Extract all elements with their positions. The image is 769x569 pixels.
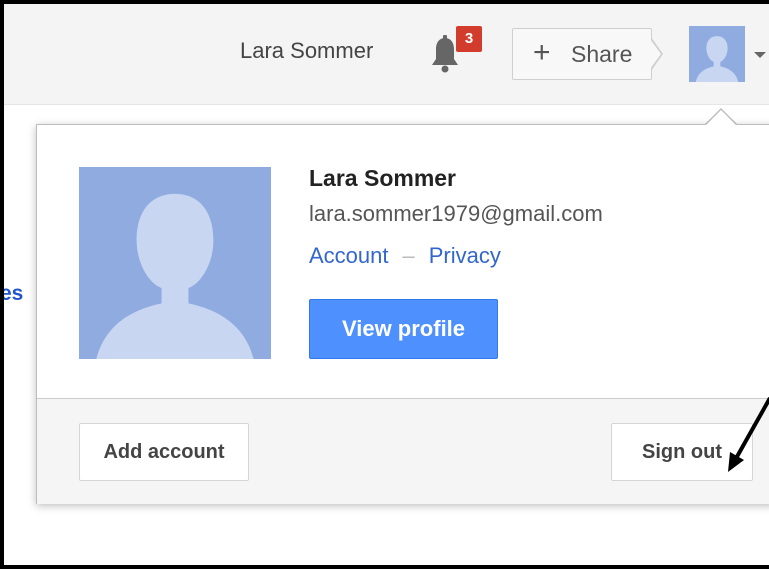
add-account-button[interactable]: Add account <box>79 423 249 481</box>
account-avatar-button[interactable] <box>689 26 745 82</box>
share-button[interactable]: + Share <box>512 28 652 80</box>
notification-count-badge[interactable]: 3 <box>456 26 482 52</box>
link-separator: – <box>402 243 415 268</box>
top-bar: Lara Sommer 3 + Share <box>4 4 769 105</box>
profile-photo[interactable] <box>79 167 271 359</box>
caret-down-icon[interactable] <box>754 52 766 58</box>
view-profile-button[interactable]: View profile <box>309 299 498 359</box>
popup-pointer-fill <box>706 110 736 125</box>
account-links: Account – Privacy <box>309 243 501 269</box>
share-button-tip-fill <box>650 39 661 69</box>
screenshot-frame: Lara Sommer 3 + Share es Lara Sommer lar… <box>0 0 769 569</box>
privacy-link[interactable]: Privacy <box>429 243 501 268</box>
account-popup: Lara Sommer lara.sommer1979@gmail.com Ac… <box>36 124 769 504</box>
share-label: Share <box>571 41 633 67</box>
person-silhouette-icon <box>96 193 254 359</box>
profile-name: Lara Sommer <box>309 165 457 191</box>
account-link[interactable]: Account <box>309 243 389 268</box>
plus-icon: + <box>533 36 551 69</box>
background-text-fragment: es <box>0 282 24 305</box>
person-silhouette-icon <box>695 36 739 82</box>
popup-footer: Add account Sign out <box>37 398 769 504</box>
profile-email: lara.sommer1979@gmail.com <box>309 201 603 226</box>
arrow-icon <box>728 397 769 472</box>
header-user-name[interactable]: Lara Sommer <box>240 38 373 64</box>
